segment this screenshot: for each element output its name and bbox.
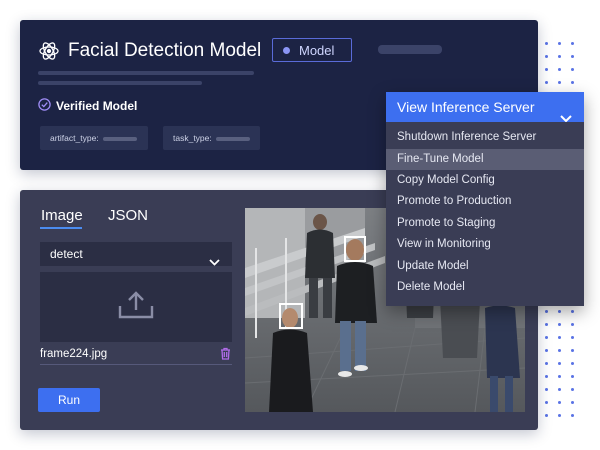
check-circle-icon [38,98,51,111]
artifact-type-placeholder [102,136,137,141]
dots-decoration-bottom [545,310,553,427]
upload-icon [118,290,154,325]
trash-icon[interactable] [220,347,231,365]
atom-icon [38,40,60,62]
menu-item-shutdown-inference-server[interactable]: Shutdown Inference Server [386,127,584,148]
description-placeholder-2 [38,81,202,85]
run-button[interactable]: Run [38,388,100,412]
task-type-tag: task_type: [163,126,260,150]
file-name: frame224.jpg [40,348,108,360]
badge-dot [283,47,290,54]
artifact-type-label: artifact_type: [50,133,99,143]
menu-item-copy-model-config[interactable]: Copy Model Config [386,170,584,191]
placeholder-bar [378,45,442,54]
menu-item-promote-to-staging[interactable]: Promote to Staging [386,213,584,234]
dots-decoration-middle [335,180,385,193]
file-name-underline [40,364,232,365]
menu-item-fine-tune-model[interactable]: Fine-Tune Model [386,149,584,170]
model-badge-label: Model [299,43,335,58]
dropdown-title: View Inference Server [397,99,535,115]
verified-label: Verified Model [56,99,138,113]
model-title: Facial Detection Model [68,40,262,61]
menu-item-update-model[interactable]: Update Model [386,256,584,277]
model-badge: Model [272,38,352,62]
inference-server-dropdown: View Inference Server Shutdown Inference… [386,92,584,306]
menu-item-delete-model[interactable]: Delete Model [386,277,584,298]
menu-item-view-in-monitoring[interactable]: View in Monitoring [386,234,584,255]
tab-active-underline [40,227,82,229]
task-select[interactable]: detect [40,242,232,266]
task-select-value: detect [50,247,83,261]
task-type-placeholder [215,136,250,141]
artifact-type-tag: artifact_type: [40,126,148,150]
dots-decoration-bottom-3 [571,310,579,427]
tab-json[interactable]: JSON [108,207,148,224]
face-detection-box [279,303,303,329]
face-detection-box [344,236,366,262]
view-inference-server-button[interactable]: View Inference Server [386,92,584,123]
chevron-down-icon [209,250,220,274]
task-type-label: task_type: [173,133,212,143]
menu-item-promote-to-production[interactable]: Promote to Production [386,191,584,212]
dots-decoration-bottom-2 [558,310,566,427]
description-placeholder-1 [38,71,254,75]
tab-image[interactable]: Image [41,207,83,224]
upload-dropzone[interactable] [40,272,232,342]
dropdown-menu: Shutdown Inference Server Fine-Tune Mode… [386,122,584,306]
